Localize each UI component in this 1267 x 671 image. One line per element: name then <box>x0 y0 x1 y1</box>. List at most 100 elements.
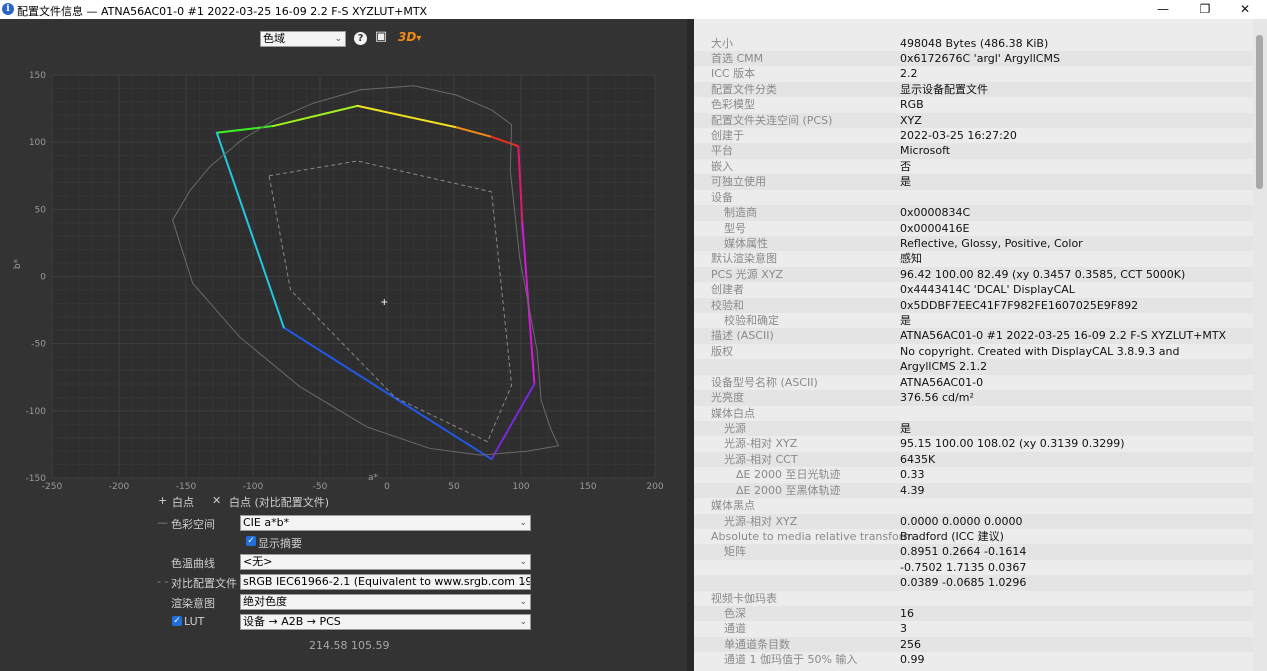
y-tick-label: -100 <box>26 407 47 417</box>
colorspace-select[interactable]: CIE a*b* ⌄ <box>240 515 531 531</box>
maximize-button[interactable]: ❐ <box>1185 1 1225 18</box>
info-key: 光源-相对 CCT <box>724 452 798 466</box>
gamut-chart[interactable]: -250 -200 -150 -100 -50 0 50 100 150 200150100500… <box>0 59 687 534</box>
info-value: 3 <box>900 622 907 636</box>
info-key: 嵌入 <box>711 159 733 173</box>
info-row: 色深 16 <box>694 606 1253 622</box>
window-title: 配置文件信息 — ATNA56AC01-0 #1 2022-03-25 16-0… <box>17 5 428 18</box>
legend-whitepoint-compare: 白点 (对比配置文件) <box>229 496 330 509</box>
x-tick-label: -150 <box>176 482 197 492</box>
panel-splitter[interactable] <box>687 19 694 671</box>
info-key: ΔE 2000 至黑体轨迹 <box>736 483 841 497</box>
y-tick-label: 100 <box>29 138 46 148</box>
info-value: -0.7502 1.7135 0.0367 <box>900 560 1027 574</box>
chevron-down-icon: ⌄ <box>519 597 527 607</box>
info-row: 光亮度 376.56 cd/m² <box>694 390 1253 406</box>
info-row: 光源-相对 XYZ 0.0000 0.0000 0.0000 <box>694 513 1253 529</box>
info-key: 光亮度 <box>711 391 744 405</box>
info-row: 光源-相对 XYZ 95.15 100.00 108.02 (xy 0.3139 … <box>694 436 1253 451</box>
compare-select[interactable]: sRGB IEC61966-2.1 (Equivalent to www.srg… <box>240 574 531 590</box>
scrollbar-thumb[interactable] <box>1256 35 1263 189</box>
info-row: 校验和 0x5DDBF7EEC41F7F982FE1607025E9F892 <box>694 297 1253 314</box>
profile-info-panel: 大小 498048 Bytes (486.38 KiB) 首选 CMM 0x61726… <box>694 19 1267 671</box>
x-tick-label: 200 <box>646 482 663 492</box>
info-value: ATNA56AC01-0 #1 2022-03-25 16-09 2.2 F-S… <box>900 329 1227 343</box>
scrollbar[interactable] <box>1253 19 1267 671</box>
help-icon[interactable]: ? <box>354 32 367 45</box>
info-row: ΔE 2000 至日光轨迹 0.33 <box>694 467 1253 482</box>
curve-label: 色温曲线 <box>171 557 215 570</box>
info-row: 版权 No copyright. Created with DisplayCAL … <box>694 344 1253 359</box>
info-key: 校验和确定 <box>724 314 779 328</box>
info-key: 设备 <box>711 190 733 204</box>
curve-select[interactable]: <无> ⌄ <box>240 554 531 570</box>
view-select[interactable]: 色域 ⌄ <box>260 31 346 47</box>
info-value: 498048 Bytes (486.38 KiB) <box>900 36 1049 50</box>
y-tick-label: 150 <box>29 71 46 81</box>
info-key: 单通道条目数 <box>724 637 790 651</box>
info-key: 色深 <box>724 607 746 621</box>
title-bar: i 配置文件信息 — ATNA56AC01-0 #1 2022-03-25 16… <box>0 0 1267 19</box>
info-value: 0x5DDBF7EEC41F7F982FE1607025E9F892 <box>900 298 1139 312</box>
info-row: -0.7502 1.7135 0.0367 <box>694 560 1253 575</box>
intent-select[interactable]: 绝对色度 ⌄ <box>240 594 531 610</box>
info-row: 光源-相对 CCT 6435K <box>694 451 1253 468</box>
3d-button[interactable]: 3D▾ <box>398 30 421 44</box>
info-key: 光源-相对 XYZ <box>724 514 798 528</box>
info-value: 是 <box>900 314 911 328</box>
info-key: ICC 版本 <box>711 67 756 81</box>
info-row: 创建者 0x4443414C 'DCAL' DisplayCAL <box>694 282 1253 297</box>
colorspace-label: 色彩空间 <box>171 518 215 531</box>
compare-select-value: sRGB IEC61966-2.1 (Equivalent to www.srg… <box>243 575 531 588</box>
info-value: 96.42 100.00 82.49 (xy 0.3457 0.3585, CC… <box>900 267 1186 281</box>
info-row: 创建于 2022-03-25 16:27:20 <box>694 128 1253 143</box>
info-key: 光源 <box>724 422 746 435</box>
info-row: 校验和确定 是 <box>694 313 1253 328</box>
info-row: 设备型号名称 (ASCII) ATNA56AC01-0 <box>694 375 1253 390</box>
minimize-button[interactable]: — <box>1143 1 1183 18</box>
x-tick-label: -100 <box>243 482 264 492</box>
view-select-value: 色域 <box>263 32 285 45</box>
info-row: 0.0389 -0.0685 1.0296 <box>694 575 1253 591</box>
info-key: 创建于 <box>711 129 744 143</box>
info-key: Absolute to media relative transform <box>711 529 914 543</box>
info-row: ArgyllCMS 2.1.2 <box>694 359 1253 375</box>
image-icon[interactable]: ▣ <box>374 30 388 44</box>
info-value: 4.39 <box>900 483 925 497</box>
chevron-down-icon: ⌄ <box>519 577 527 587</box>
info-row: 媒体黑点 <box>694 498 1253 513</box>
info-key: 默认渲染意图 <box>711 252 777 266</box>
info-value: 0x6172676C 'argl' ArgyllCMS <box>900 51 1060 65</box>
compare-line-swatch: - - <box>157 575 169 588</box>
info-key: 媒体属性 <box>724 236 768 250</box>
info-key: 可独立使用 <box>711 175 766 189</box>
close-button[interactable]: ✕ <box>1225 1 1265 18</box>
info-key: 描述 (ASCII) <box>711 329 774 343</box>
x-tick-label: -50 <box>313 482 328 492</box>
info-key: 光源-相对 XYZ <box>724 437 798 451</box>
info-key: 媒体黑点 <box>711 499 755 513</box>
info-value: RGB <box>900 98 924 112</box>
info-row: 描述 (ASCII) ATNA56AC01-0 #1 2022-03-25 16-… <box>694 328 1253 344</box>
lut-checkbox[interactable]: ✓ <box>172 616 182 626</box>
lut-select[interactable]: 设备 → A2B → PCS ⌄ <box>240 614 531 630</box>
info-key: 平台 <box>711 144 733 158</box>
info-value: Microsoft <box>900 144 951 158</box>
show-summary-checkbox[interactable]: ✓ <box>246 536 256 546</box>
x-tick-label: 100 <box>512 482 529 492</box>
info-value: 0x0000834C <box>900 206 971 220</box>
info-key: 通道 1 伽玛值于 50% 输入 <box>724 653 858 667</box>
info-row: ΔE 2000 至黑体轨迹 4.39 <box>694 482 1253 499</box>
info-value: Bradford (ICC 建议) <box>900 529 1004 543</box>
chevron-down-icon: ⌄ <box>519 617 527 627</box>
chart-grid <box>51 74 656 479</box>
info-key: 大小 <box>711 36 733 50</box>
y-axis-label: b* <box>13 258 23 269</box>
info-value: 否 <box>900 159 911 173</box>
y-tick-label: -50 <box>31 340 46 350</box>
info-value: XYZ <box>900 113 922 127</box>
info-key: 通道 <box>724 622 746 636</box>
legend-whitepoint: 白点 <box>172 496 194 509</box>
info-row: 型号 0x0000416E <box>694 221 1253 236</box>
info-row: 大小 498048 Bytes (486.38 KiB) <box>694 36 1253 51</box>
